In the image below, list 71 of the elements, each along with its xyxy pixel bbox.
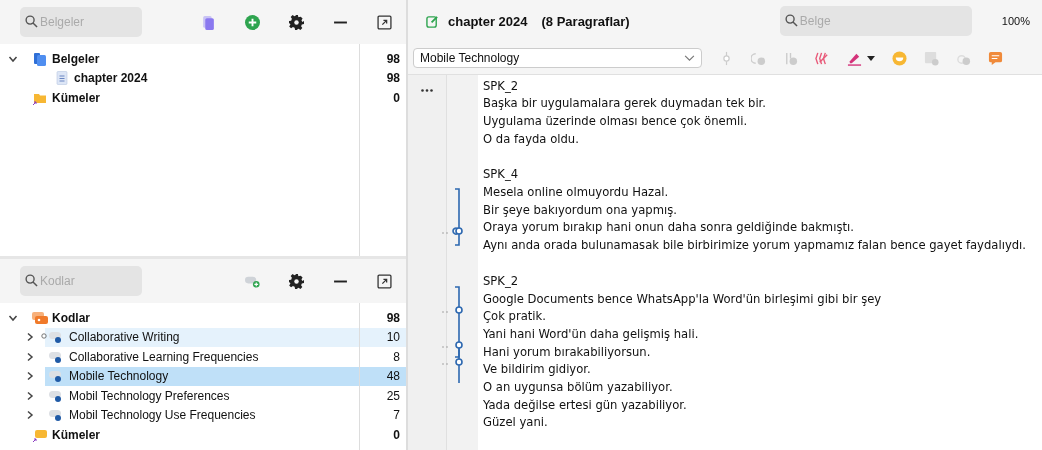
set-icon [32,427,48,442]
speaker-label: SPK_2 [483,272,520,290]
text-line: Çok pratik. [483,308,547,326]
tree-item[interactable]: Kümeler [52,427,370,442]
item-count: 25 [385,388,400,403]
search-icon [784,14,798,28]
settings-icon[interactable] [289,273,304,289]
chevron-icon[interactable] [25,332,35,343]
text-line: Google Documents bence WhatsApp'la Word'ün birleşimi gibi bir şey [483,290,883,308]
chevron-icon[interactable] [25,351,35,362]
documents-icon [32,51,48,66]
search-icon [25,15,38,28]
text-line: Güzel yani. [483,414,549,432]
search-field[interactable]: Kodlar [20,266,142,296]
code-row[interactable]: Collaborative Learning Frequencies 8 [45,347,406,367]
add-icon[interactable] [245,14,260,30]
text-line: O da fayda oldu. [483,130,580,148]
tree-item[interactable]: Kodlar [52,310,370,325]
code-label: Mobile Technology [69,369,170,384]
code-dropdown[interactable]: Mobile Technology [413,48,702,69]
text-line: Aynı anda orada bulunamasak bile birbirimize yorum yapmamız falan bence gayet faydalıydı. [483,237,1027,255]
text-line: Hani yorum bırakabiliyorsun. [483,343,652,361]
more-icon[interactable] [421,88,433,92]
tree-item[interactable]: chapter 2024 [74,71,370,86]
code-label: Mobil Technology Use Frequencies [69,408,257,423]
code-label: Collaborative Writing [69,330,181,345]
item-count: 10 [385,330,400,345]
code-label: Collaborative Learning Frequencies [69,349,260,364]
text-line: Yada değilse ertesi gün yazabiliyor. [483,396,688,414]
pop-out-icon[interactable] [377,273,392,289]
item-count: 7 [392,408,400,423]
chevron-icon[interactable] [25,390,35,401]
speaker-label: SPK_4 [483,166,520,184]
chevron-icon[interactable] [25,371,35,382]
item-count: 0 [392,90,400,105]
code-row[interactable]: Mobil Technology Use Frequencies 7 [45,405,406,425]
search-field[interactable]: Belge [779,6,972,37]
caret-icon[interactable] [867,55,875,61]
code-label: Mobil Technology Preferences [69,388,231,403]
uncode-icon[interactable] [815,50,830,66]
text-line: Başka bir uygulamalara gerek duymadan tek bir. [483,95,767,113]
item-count: 8 [392,349,400,364]
zoom-level[interactable]: 100% [1001,15,1030,28]
speaker-label: SPK_2 [483,77,520,95]
chevron-icon[interactable] [25,410,35,421]
text-line: Mesela online olmuyordu Hazal. [483,184,670,202]
text-line: O an uygunsa bölüm yazabiliyor. [483,378,674,396]
tree-item[interactable]: Belgeler [52,51,370,66]
pop-out-icon[interactable] [377,14,392,30]
document-icon [54,71,70,86]
settings-icon[interactable] [289,14,304,30]
codes-icon [32,310,48,325]
item-count: 98 [385,51,400,66]
tree-item[interactable]: Kümeler [52,90,370,105]
edit-icon [426,14,439,28]
document-title: chapter 2024 [448,13,528,29]
item-count: 0 [392,427,400,442]
code-row[interactable]: Mobil Technology Preferences 25 [45,386,406,406]
circle-icon [41,333,47,340]
paragraph-count: (8 Paragraflar) [541,13,630,29]
item-count: 98 [385,71,400,86]
text-line: Uygulama üzerinde olması bence çok önemli. [483,113,749,130]
text-line: Yani hani Word'ün daha gelişmiş hali. [483,325,700,343]
text-line: Bir şeye bakıyordum ona yapmış. [483,201,678,219]
item-count: 48 [385,369,400,384]
item-count: 98 [385,310,400,325]
search-field[interactable]: Belgeler [20,7,142,37]
search-icon [25,274,38,287]
documents-icon[interactable] [201,14,216,30]
text-line: Ve bildirim gidiyor. [483,361,592,379]
text-line: Oraya yorum bırakıp hani onun daha sonra geldiğinde bakmıştı. [483,219,855,237]
